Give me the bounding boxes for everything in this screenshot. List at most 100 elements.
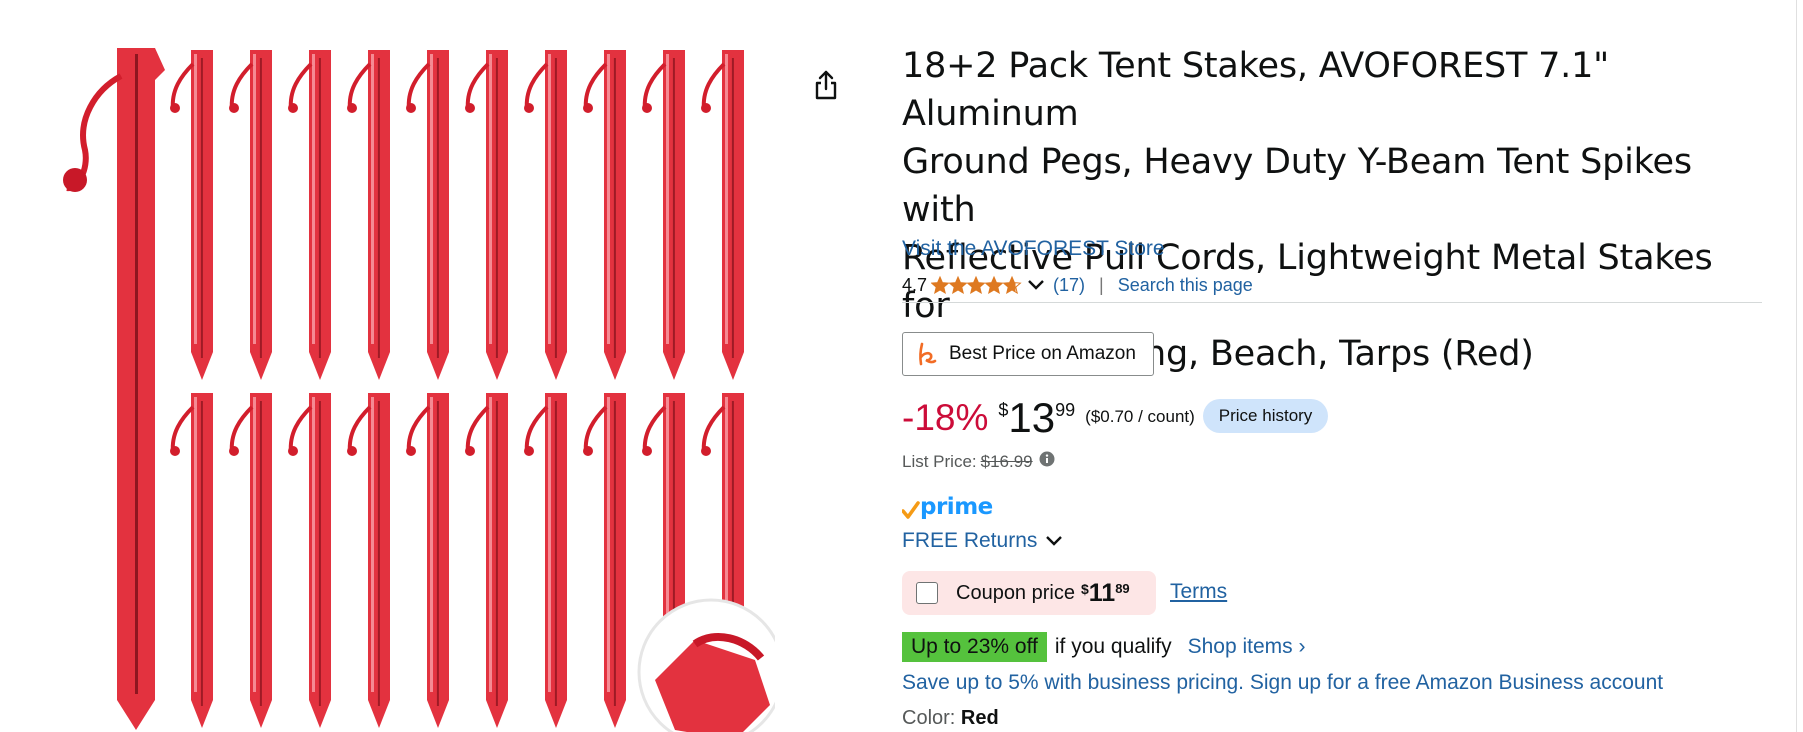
stake-groove	[495, 58, 498, 358]
rating-divider: |	[1099, 274, 1104, 295]
prime-label: prime	[920, 494, 993, 520]
coupon-checkbox[interactable]	[916, 582, 938, 604]
stake-groove	[200, 401, 203, 706]
qualify-text: if you qualify	[1054, 635, 1172, 658]
stake-highlight	[194, 397, 197, 692]
price-row: -18% $ 13 99 ($0.70 / count) Price histo…	[902, 394, 1329, 443]
cord-knot	[701, 446, 711, 456]
color-selection: Color: Red	[902, 707, 999, 730]
stake-groove	[554, 58, 557, 358]
tent-stakes-image	[63, 48, 775, 732]
stake-groove	[200, 58, 203, 358]
business-pricing-link[interactable]: Save up to 5% with business pricing. Sig…	[902, 671, 1663, 695]
price-history-button[interactable]: Price history	[1202, 399, 1329, 433]
price-fraction: 99	[1055, 400, 1076, 420]
stake-groove	[259, 58, 262, 358]
stake-groove	[731, 58, 734, 358]
stake-highlight	[194, 54, 197, 344]
cord-knot	[347, 446, 357, 456]
cord-knot	[288, 446, 298, 456]
color-value: Red	[960, 707, 999, 729]
stake-groove	[377, 58, 380, 358]
coupon-label: Coupon price	[956, 581, 1075, 604]
product-title-line: 18+2 Pack Tent Stakes, AVOFOREST 7.1" Al…	[902, 46, 1610, 134]
large-stake-groove	[135, 54, 138, 694]
large-cord-knot	[63, 168, 87, 192]
stake-highlight	[253, 54, 256, 344]
cord-knot	[642, 103, 652, 113]
free-returns-label: FREE Returns	[902, 529, 1038, 552]
cord-knot	[465, 446, 475, 456]
cord-knot	[524, 103, 534, 113]
prime-check-icon	[902, 501, 920, 519]
best-price-button[interactable]: Best Price on Amazon	[902, 332, 1154, 376]
divider	[902, 302, 1762, 303]
star-rating-icon	[931, 276, 1021, 294]
share-button[interactable]	[810, 66, 842, 104]
star-rating[interactable]	[931, 275, 1023, 295]
qualify-offer-row: Up to 23% off if you qualify Shop items …	[902, 632, 1306, 662]
stake-groove	[436, 58, 439, 358]
stake-groove	[377, 401, 380, 706]
cord-knot	[406, 446, 416, 456]
stake-highlight	[312, 54, 315, 344]
scrollbar[interactable]	[1796, 0, 1803, 732]
large-tent-stake	[117, 48, 165, 730]
stake-groove	[318, 401, 321, 706]
list-price-row: List Price: $16.99	[902, 451, 1055, 472]
product-image[interactable]	[55, 40, 775, 732]
coupon-terms-link[interactable]: Terms	[1170, 580, 1227, 604]
cord-knot	[229, 103, 239, 113]
cord-knot	[170, 446, 180, 456]
shop-items-link[interactable]: Shop items ›	[1188, 635, 1306, 659]
cord-knot	[170, 103, 180, 113]
product-title: 18+2 Pack Tent Stakes, AVOFOREST 7.1" Al…	[902, 42, 1762, 378]
search-this-page-link[interactable]: Search this page	[1118, 275, 1253, 296]
stake-highlight	[666, 54, 669, 344]
rating-count-link[interactable]: (17)	[1053, 275, 1085, 296]
price-currency: $	[998, 400, 1009, 420]
unit-price: ($0.70 / count)	[1085, 407, 1195, 426]
stake-highlight	[489, 397, 492, 692]
stake-highlight	[371, 397, 374, 692]
stake-highlight	[430, 54, 433, 344]
coupon-price-whole: 11	[1088, 579, 1116, 607]
cord-knot	[583, 446, 593, 456]
chevron-down-icon[interactable]	[1027, 279, 1045, 291]
discount-badge: Up to 23% off	[902, 632, 1047, 662]
stake-highlight	[430, 397, 433, 692]
cord-knot	[288, 103, 298, 113]
cord-knot	[347, 103, 357, 113]
coupon-price: $ 11 89	[1081, 579, 1130, 607]
coupon-box: Coupon price $ 11 89	[902, 571, 1156, 615]
stake-groove	[613, 58, 616, 358]
stake-highlight	[607, 397, 610, 692]
stake-groove	[613, 401, 616, 706]
cord-knot	[642, 446, 652, 456]
chevron-down-icon	[1045, 535, 1063, 547]
stake-groove	[436, 401, 439, 706]
cord-knot	[229, 446, 239, 456]
info-icon[interactable]	[1039, 451, 1055, 472]
stake-highlight	[607, 54, 610, 344]
stake-groove	[318, 58, 321, 358]
stake-highlight	[371, 54, 374, 344]
cord-knot	[406, 103, 416, 113]
prime-logo: prime	[902, 493, 993, 521]
stake-highlight	[548, 54, 551, 344]
cord-knot	[701, 103, 711, 113]
stake-groove	[259, 401, 262, 706]
honey-logo-icon	[917, 342, 939, 366]
product-title-line: Ground Pegs, Heavy Duty Y-Beam Tent Spik…	[902, 142, 1692, 230]
list-price-label: List Price:	[902, 451, 977, 471]
share-icon	[815, 70, 837, 100]
free-returns-link[interactable]: FREE Returns	[902, 529, 1063, 553]
price-whole: 13	[1008, 394, 1056, 441]
coupon-currency: $	[1080, 581, 1089, 597]
stake-groove	[495, 401, 498, 706]
store-link[interactable]: Visit the AVOFOREST Store	[902, 237, 1165, 261]
rating-row: 4.7 (17) | Search this page	[902, 272, 1762, 298]
stake-highlight	[725, 54, 728, 344]
rating-value: 4.7	[902, 274, 928, 295]
stake-highlight	[489, 54, 492, 344]
